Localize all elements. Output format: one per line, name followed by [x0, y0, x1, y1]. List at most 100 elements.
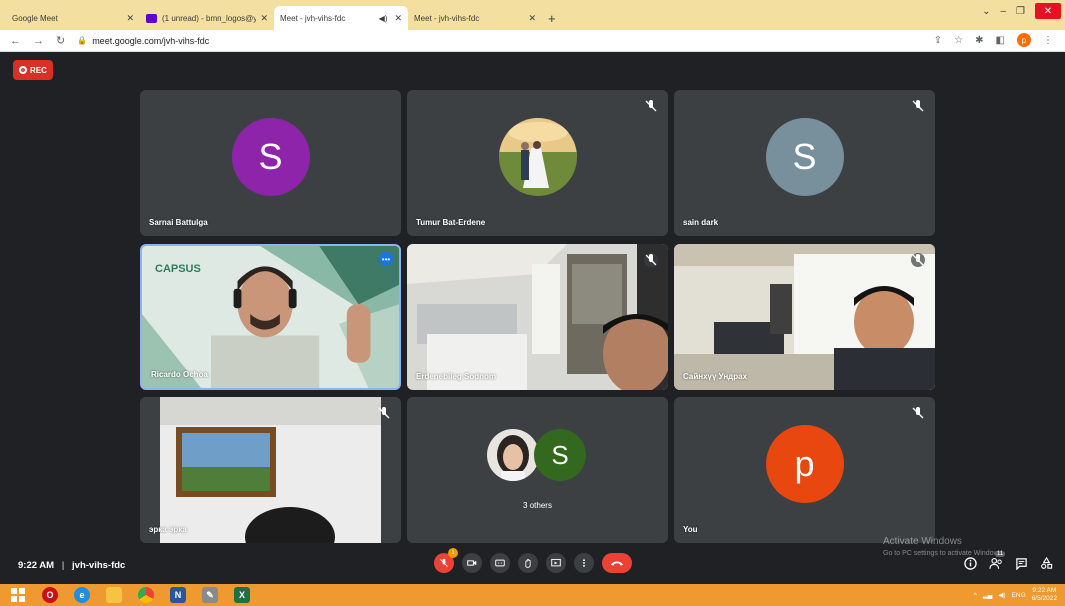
windows-start-icon[interactable] [10, 587, 26, 603]
forward-icon[interactable]: → [33, 35, 44, 47]
camera-toggle-button[interactable] [462, 553, 482, 573]
toolbar-actions: ⇪ ☆ ✱ ◧ p ⋮ [934, 33, 1053, 47]
call-controls: 1 [434, 548, 632, 573]
restore-button[interactable]: ❐ [1016, 6, 1025, 17]
mic-toggle-button[interactable]: 1 [434, 548, 458, 573]
tab-close-icon[interactable]: ✕ [394, 13, 402, 24]
excel-icon[interactable]: X [234, 587, 250, 603]
taskbar-date: 6/5/2022 [1031, 595, 1057, 602]
activities-icon[interactable] [1040, 557, 1053, 570]
tab-yahoo-mail[interactable]: (1 unread) - bmn_logos@yahoo... ✕ [140, 6, 274, 30]
participant-tile[interactable]: CAPSUS ••• Ricardo Ochoa [140, 244, 401, 390]
tab-label: (1 unread) - bmn_logos@yahoo... [162, 13, 257, 23]
file-explorer-icon[interactable] [106, 587, 122, 603]
tab-close-icon[interactable]: ✕ [126, 13, 134, 24]
captions-icon [495, 559, 505, 567]
participant-count: 11 [995, 551, 1006, 557]
edge-icon[interactable]: e [74, 587, 90, 603]
share-icon[interactable]: ⇪ [934, 35, 942, 46]
tab-close-icon[interactable]: ✕ [260, 13, 268, 24]
tab-search-icon[interactable]: ⌄ [982, 6, 990, 17]
participant-tile[interactable]: Tumur Bat-Erdene [407, 90, 668, 236]
more-options-icon[interactable]: ••• [379, 252, 393, 266]
more-options-button[interactable] [574, 553, 594, 573]
browser-tab-strip: Google Meet ✕ (1 unread) - bmn_logos@yah… [0, 0, 1065, 67]
tab-google-meet[interactable]: Google Meet ✕ [6, 6, 140, 67]
participant-name: Sarnai Battulga [149, 218, 208, 227]
mic-off-icon [644, 253, 658, 267]
mail-favicon-icon [146, 13, 157, 23]
info-icon[interactable] [964, 557, 977, 570]
others-label: 3 others [523, 501, 552, 510]
rec-label: REC [30, 65, 47, 75]
leave-call-button[interactable] [602, 553, 632, 573]
participant-name: эрка эрка [149, 525, 187, 534]
others-photo [487, 429, 539, 481]
mic-off-icon [645, 100, 657, 112]
new-tab-button[interactable]: + [548, 11, 556, 26]
side-controls: 11 [964, 551, 1053, 570]
participant-tile[interactable]: p You [674, 397, 935, 543]
capsus-logo: CAPSUS [155, 263, 201, 275]
lock-icon[interactable]: 🔒 [77, 36, 87, 45]
profile-avatar[interactable]: p [1017, 33, 1031, 47]
camera-icon [467, 560, 477, 566]
chat-icon[interactable] [1015, 557, 1028, 570]
close-window-button[interactable]: ✕ [1035, 3, 1061, 19]
mic-off-icon [912, 407, 924, 419]
participant-name: You [683, 525, 698, 534]
tab-label: Google Meet [12, 13, 58, 23]
avatar: S [231, 118, 310, 196]
tab-meet-2[interactable]: Meet - jvh-vihs-fdc ✕ [408, 6, 542, 67]
mic-off-icon [911, 253, 925, 267]
participant-name: sain dark [683, 218, 719, 227]
video-feed [407, 244, 668, 390]
mic-off-icon [912, 100, 924, 112]
meeting-area: REC S Sarnai Battulga Tumur Bat-Erdene S… [0, 52, 1065, 584]
watermark-title: Activate Windows [883, 536, 962, 547]
url-field[interactable]: meet.google.com/jvh-vihs-fdc [92, 36, 209, 46]
participant-tile[interactable]: Сайнхүү Ундрах [674, 244, 935, 390]
raise-hand-button[interactable] [518, 553, 538, 573]
windows-taskbar: O e N ✎ X ^ ▂▄ ◀) ENG 9:22 AM 6/5/2022 [0, 584, 1065, 606]
captions-button[interactable] [490, 553, 510, 573]
minimize-button[interactable]: – [1000, 6, 1006, 17]
participant-tile[interactable]: S 3 others [407, 397, 668, 543]
bookmark-star-icon[interactable]: ☆ [954, 35, 963, 46]
taskbar-time: 9:22 AM [1032, 587, 1057, 594]
extensions-icon[interactable]: ✱ [975, 35, 983, 46]
tab-label: Meet - jvh-vihs-fdc [414, 13, 480, 23]
reload-icon[interactable]: ↻ [56, 34, 65, 47]
tab-close-icon[interactable]: ✕ [528, 13, 536, 24]
side-panel-icon[interactable]: ◧ [996, 35, 1005, 46]
network-icon[interactable]: ▂▄ [983, 591, 993, 599]
raise-hand-badge: 1 [448, 548, 458, 558]
volume-icon[interactable]: ◀) [998, 591, 1005, 599]
video-feed [674, 244, 935, 390]
taskbar-clock[interactable]: 9:22 AM 6/5/2022 [1032, 587, 1057, 603]
speaker-icon[interactable]: ◀) [379, 14, 388, 23]
participant-tile[interactable]: Erdenebileg Sodnom [407, 244, 668, 390]
phone-hangup-icon [610, 561, 624, 566]
paint-icon[interactable]: ✎ [202, 587, 218, 603]
app-icon[interactable]: N [170, 587, 186, 603]
opera-icon[interactable]: O [42, 587, 58, 603]
participant-tile[interactable]: S sain dark [674, 90, 935, 236]
people-button[interactable]: 11 [989, 551, 1006, 570]
language-indicator[interactable]: ENG [1012, 592, 1026, 599]
tray-chevron-icon[interactable]: ^ [974, 592, 977, 599]
participant-name: Ricardo Ochoa [151, 370, 208, 379]
participant-tile[interactable]: S Sarnai Battulga [140, 90, 401, 236]
tab-meet-active[interactable]: Meet - jvh-vihs-fdc ◀) ✕ [274, 6, 408, 67]
profile-photo [498, 118, 577, 196]
system-tray: ^ ▂▄ ◀) ENG 9:22 AM 6/5/2022 [974, 587, 1057, 603]
participant-tile[interactable]: эрка эрка [140, 397, 401, 543]
present-button[interactable] [546, 553, 566, 573]
people-icon [989, 558, 1002, 569]
meeting-code: jvh-vihs-fdc [72, 560, 126, 571]
mic-off-icon [378, 407, 390, 419]
back-icon[interactable]: ← [10, 35, 21, 47]
chrome-icon[interactable] [138, 587, 154, 603]
window-controls: ⌄ – ❐ ✕ [982, 3, 1061, 19]
menu-dots-icon[interactable]: ⋮ [1043, 35, 1053, 46]
